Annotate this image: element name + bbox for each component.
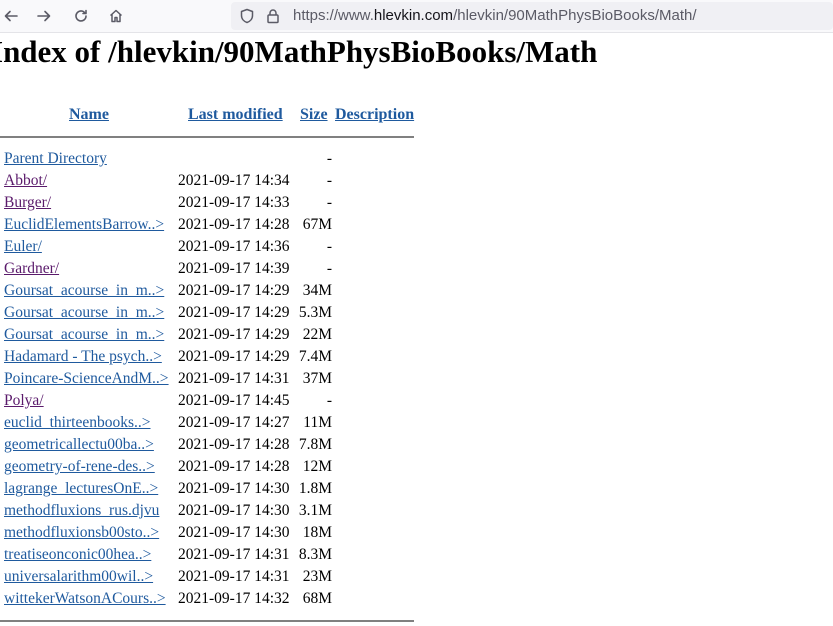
reload-icon[interactable] — [70, 5, 92, 27]
size-cell: - — [326, 392, 332, 409]
file-link[interactable]: geometricallectu00ba..> — [4, 436, 154, 454]
last-modified-cell: 2021-09-17 14:29 — [178, 326, 290, 343]
last-modified-cell: 2021-09-17 14:28 — [178, 436, 290, 453]
file-link[interactable]: Hadamard - The psych..> — [4, 348, 162, 366]
forward-icon[interactable] — [33, 5, 55, 27]
url-text[interactable]: https://www.hlevkin.com/hlevkin/90MathPh… — [293, 7, 697, 24]
last-modified-cell: 2021-09-17 14:30 — [178, 524, 290, 541]
back-icon[interactable] — [0, 5, 22, 27]
file-link[interactable]: universalarithm00wil..> — [4, 568, 153, 586]
url-domain: hlevkin.com — [373, 7, 454, 24]
last-modified-cell: 2021-09-17 14:34 — [178, 172, 290, 189]
file-link[interactable]: Polya/ — [4, 392, 44, 410]
size-cell: - — [326, 238, 332, 255]
url-path: /hlevkin/90MathPhysBioBooks/Math/ — [453, 7, 697, 24]
file-link[interactable]: Poincare-ScienceAndM..> — [4, 370, 169, 388]
file-link[interactable]: geometry-of-rene-des..> — [4, 458, 155, 476]
url-prefix: https://www. — [293, 7, 374, 24]
sort-by-size-link[interactable]: Size — [300, 106, 328, 124]
file-link[interactable]: Burger/ — [4, 194, 51, 212]
file-link[interactable]: methodfluxionsb00sto..> — [4, 524, 159, 542]
last-modified-cell: 2021-09-17 14:45 — [178, 392, 290, 409]
size-cell: 1.8M — [298, 480, 332, 497]
size-cell: - — [326, 260, 332, 277]
size-cell: 5.3M — [298, 304, 332, 321]
file-link[interactable]: euclid_thirteenbooks..> — [4, 414, 151, 432]
browser-toolbar: https://www.hlevkin.com/hlevkin/90MathPh… — [0, 0, 833, 33]
size-cell: - — [326, 194, 332, 211]
file-link[interactable]: Goursat_acourse_in_m..> — [4, 282, 164, 300]
address-bar[interactable]: https://www.hlevkin.com/hlevkin/90MathPh… — [231, 2, 833, 30]
size-cell: 22M — [302, 326, 332, 343]
home-icon[interactable] — [105, 5, 127, 27]
last-modified-cell: 2021-09-17 14:27 — [178, 414, 290, 431]
size-cell: 12M — [302, 458, 332, 475]
size-cell: - — [326, 150, 332, 167]
sort-by-last-modified-link[interactable]: Last modified — [188, 106, 283, 124]
size-cell: 3.1M — [298, 502, 332, 519]
size-cell: 34M — [302, 282, 332, 299]
size-cell: 18M — [302, 524, 332, 541]
last-modified-cell: 2021-09-17 14:29 — [178, 282, 290, 299]
last-modified-cell: 2021-09-17 14:31 — [178, 370, 290, 387]
size-cell: 68M — [302, 590, 332, 607]
size-cell: 11M — [303, 414, 332, 431]
last-modified-cell: 2021-09-17 14:30 — [178, 480, 290, 497]
file-link[interactable]: Gardner/ — [4, 260, 59, 278]
last-modified-cell: 2021-09-17 14:29 — [178, 304, 290, 321]
parent-directory-link[interactable]: Parent Directory — [4, 150, 107, 168]
size-cell: - — [326, 172, 332, 189]
size-cell: 8.3M — [298, 546, 332, 563]
file-link[interactable]: Goursat_acourse_in_m..> — [4, 304, 164, 322]
file-link[interactable]: methodfluxions_rus.djvu — [4, 502, 159, 520]
file-link[interactable]: EuclidElementsBarrow..> — [4, 216, 164, 234]
last-modified-cell: 2021-09-17 14:36 — [178, 238, 290, 255]
file-link[interactable]: Goursat_acourse_in_m..> — [4, 326, 164, 344]
size-cell: 23M — [302, 568, 332, 585]
size-cell: 7.8M — [298, 436, 332, 453]
file-link[interactable]: Euler/ — [4, 238, 42, 256]
file-link[interactable]: wittekerWatsonACours..> — [4, 590, 166, 608]
last-modified-cell: 2021-09-17 14:29 — [178, 348, 290, 365]
footer-divider — [0, 620, 414, 622]
last-modified-cell: 2021-09-17 14:31 — [178, 568, 290, 585]
file-link[interactable]: Abbot/ — [4, 172, 47, 190]
shield-icon[interactable] — [239, 8, 255, 24]
last-modified-cell: 2021-09-17 14:33 — [178, 194, 290, 211]
header-divider — [0, 136, 414, 138]
last-modified-cell: 2021-09-17 14:28 — [178, 458, 290, 475]
last-modified-cell: 2021-09-17 14:32 — [178, 590, 290, 607]
last-modified-cell: 2021-09-17 14:39 — [178, 260, 290, 277]
sort-by-name-link[interactable]: Name — [69, 106, 109, 124]
lock-icon[interactable] — [265, 8, 281, 24]
size-cell: 7.4M — [298, 348, 332, 365]
size-cell: 67M — [302, 216, 332, 233]
page-title: Index of /hlevkin/90MathPhysBioBooks/Mat… — [0, 34, 598, 69]
last-modified-cell: 2021-09-17 14:28 — [178, 216, 290, 233]
last-modified-cell: 2021-09-17 14:30 — [178, 502, 290, 519]
last-modified-cell: 2021-09-17 14:31 — [178, 546, 290, 563]
file-link[interactable]: treatiseonconic00hea..> — [4, 546, 151, 564]
file-link[interactable]: lagrange_lecturesOnE..> — [4, 480, 158, 498]
size-cell: 37M — [302, 370, 332, 387]
sort-by-description-link[interactable]: Description — [335, 106, 414, 124]
